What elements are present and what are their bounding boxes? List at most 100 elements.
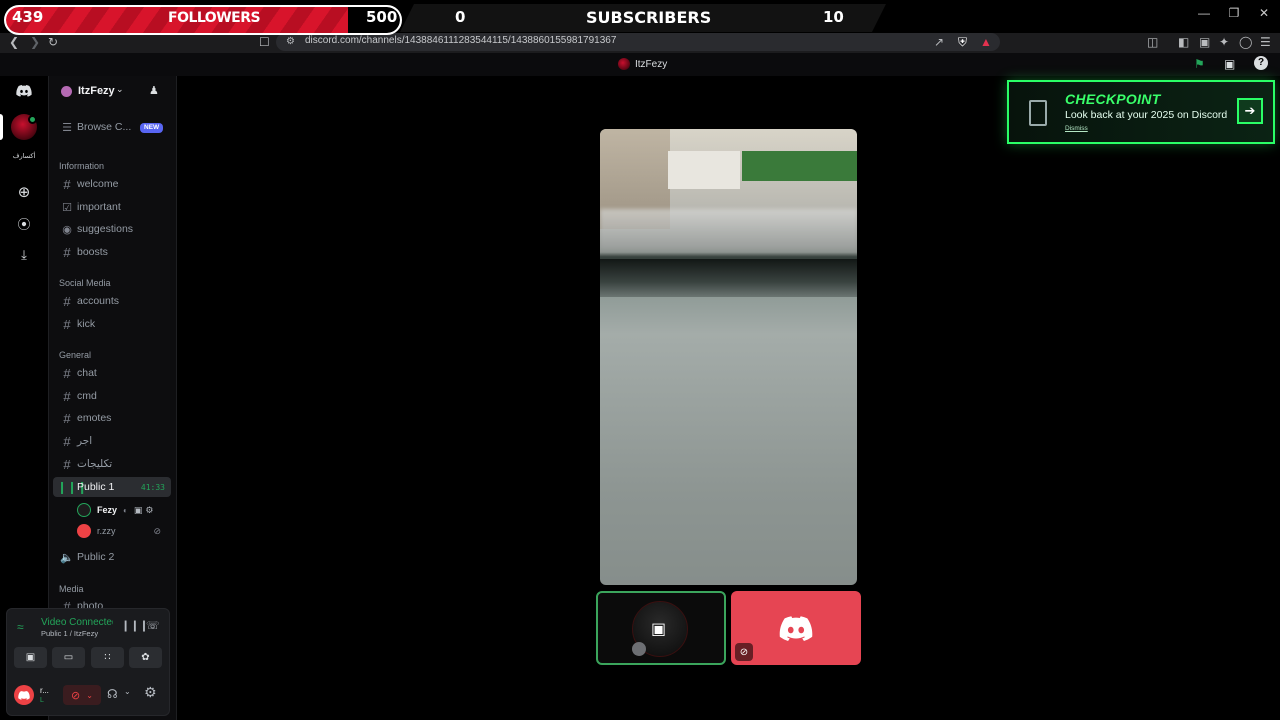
streaming-icon: ◐ xyxy=(123,505,128,515)
minimize-icon[interactable]: — xyxy=(1194,6,1214,20)
dismiss-link[interactable]: Dismiss xyxy=(1065,125,1088,132)
channel-chat[interactable]: # chat xyxy=(53,363,171,383)
hash-icon: # xyxy=(63,410,71,426)
menu-icon[interactable]: ☰ xyxy=(1260,35,1271,49)
followers-goal: 500 xyxy=(366,8,398,26)
mic-muted-badge: ⊘ xyxy=(735,643,753,661)
voice-status: Video Connected xyxy=(41,617,113,628)
voice-channel-public-2[interactable]: 🔈 Public 2 xyxy=(53,547,171,567)
sidebar-icon[interactable]: ◧ xyxy=(1178,35,1189,49)
avatar xyxy=(77,524,91,538)
voice-panel: ≈ Video Connected Public 1 / ItzFezy ❙❙❙… xyxy=(6,608,170,716)
wallet-icon[interactable]: ▣ xyxy=(1199,35,1210,49)
noise-suppression-icon[interactable]: ❙❙❙ xyxy=(121,619,149,632)
window-title: ItzFezy xyxy=(635,59,668,70)
participant-tile-fezy[interactable]: ▣ xyxy=(596,591,726,665)
mic-muted-icon: ⊘ xyxy=(739,646,749,658)
reader-icon[interactable]: ◫ xyxy=(1147,35,1158,49)
chevron-down-icon: ⌄ xyxy=(86,690,93,700)
channel-accounts[interactable]: # accounts xyxy=(53,291,171,311)
discord-home-icon[interactable] xyxy=(11,78,37,104)
category-media[interactable]: Media xyxy=(59,584,84,594)
focused-video-stream[interactable] xyxy=(600,129,857,585)
mic-muted-icon: ⊘ xyxy=(153,525,162,536)
bookmark-icon[interactable]: ☐ xyxy=(259,35,270,49)
channel-boosts[interactable]: # boosts xyxy=(53,242,171,262)
download-icon[interactable]: ⤓ xyxy=(11,242,37,268)
category-general[interactable]: General xyxy=(59,350,91,360)
add-server-icon[interactable]: ⊕ xyxy=(11,179,37,205)
discover-icon[interactable]: ⦿ xyxy=(11,210,37,236)
mic-muted-icon: ⊘ xyxy=(71,689,81,702)
back-icon[interactable]: ❮ xyxy=(9,35,19,49)
voice-channel-public-1[interactable]: ❙❙❙ Public 1 41:33 xyxy=(53,477,171,497)
hash-icon: # xyxy=(63,388,71,404)
channel-cmd[interactable]: # cmd xyxy=(53,386,171,406)
browse-icon: ☰ xyxy=(62,121,72,134)
vpn-icon[interactable]: ◯ xyxy=(1239,35,1252,49)
forum-icon: ◉ xyxy=(62,223,72,236)
checkpoint-banner[interactable]: CHECKPOINT Look back at your 2025 on Dis… xyxy=(1007,80,1275,144)
user-name: r... xyxy=(40,686,49,695)
site-info-icon[interactable]: ⚙ xyxy=(286,35,295,49)
soundboard-button[interactable]: ✿ xyxy=(129,647,162,668)
brave-rewards-icon[interactable]: ▲ xyxy=(980,35,992,49)
user-subtext: L xyxy=(40,697,44,704)
channel-suggestions[interactable]: ◉ suggestions xyxy=(53,219,171,239)
channel-takhayyulat[interactable]: # تكليجات xyxy=(53,454,171,474)
open-checkpoint-button[interactable]: ➔ xyxy=(1237,98,1263,124)
status-icon xyxy=(632,642,646,656)
stream-overlay: 439 FOLLOWERS 500 0 SUBSCRIBERS 10 — ❐ ✕ xyxy=(0,0,1280,35)
inbox-icon[interactable]: ▣ xyxy=(1224,57,1235,71)
server-name[interactable]: ItzFezy xyxy=(78,85,115,97)
chevron-down-icon[interactable]: ⌄ xyxy=(124,687,131,696)
reload-icon[interactable]: ↻ xyxy=(48,35,58,49)
activities-icon: ∷ xyxy=(104,652,111,663)
channel-emotes[interactable]: # emotes xyxy=(53,408,171,428)
subscribers-count: 0 xyxy=(455,8,466,26)
live-indicator-icon xyxy=(28,115,37,124)
share-icon[interactable]: ↗ xyxy=(934,35,944,49)
category-information[interactable]: Information xyxy=(59,161,104,171)
avatar xyxy=(77,503,91,517)
brave-shield-icon[interactable]: ⛨ xyxy=(958,35,967,49)
disconnect-icon[interactable]: ☏ xyxy=(146,619,160,632)
forward-icon[interactable]: ❯ xyxy=(30,35,40,49)
help-icon[interactable]: ? xyxy=(1254,56,1268,70)
voice-user-rzzy[interactable]: r.zzy ⊘ xyxy=(77,524,161,538)
settings-gear-icon[interactable]: ⚙ xyxy=(144,684,157,701)
category-social-media[interactable]: Social Media xyxy=(59,278,111,288)
camera-off-button[interactable]: ▣ xyxy=(14,647,47,668)
participant-tile-rzzy[interactable]: ⊘ xyxy=(731,591,861,665)
subscribers-label: SUBSCRIBERS xyxy=(586,8,712,27)
url-text[interactable]: discord.com/channels/1438846111283544115… xyxy=(305,35,616,46)
voice-location[interactable]: Public 1 / ItzFezy xyxy=(41,629,98,638)
leo-icon[interactable]: ✦ xyxy=(1219,35,1229,49)
camera-icon: ▣ xyxy=(651,621,667,638)
voice-active-icon: ❙❙❙ xyxy=(57,480,88,494)
mic-toggle-button[interactable]: ⊘ ⌄ xyxy=(63,685,101,705)
channel-kick[interactable]: # kick xyxy=(53,314,171,334)
server-text-icon[interactable]: أكسارف xyxy=(6,152,42,160)
voice-user-fezy[interactable]: Fezy ◐ ▣ ⚙ xyxy=(77,503,153,517)
hash-icon: # xyxy=(63,365,71,381)
rules-icon: ☑ xyxy=(62,201,72,214)
followers-label: FOLLOWERS xyxy=(168,10,261,26)
flag-icon[interactable]: ⚑ xyxy=(1194,57,1205,71)
channel-important[interactable]: ☑ important xyxy=(53,197,171,217)
maximize-icon[interactable]: ❐ xyxy=(1224,6,1244,20)
channel-ajr[interactable]: # اجر xyxy=(53,431,171,451)
headphones-icon[interactable]: ☊ xyxy=(107,687,118,701)
invite-people-icon[interactable]: ♟ xyxy=(149,84,159,97)
arrow-right-icon: ➔ xyxy=(1244,103,1256,118)
hash-icon: # xyxy=(63,316,71,332)
activities-button[interactable]: ∷ xyxy=(91,647,124,668)
discord-titlebar: ItzFezy ⚑ ▣ ? xyxy=(0,53,1280,76)
server-boost-icon xyxy=(61,86,72,97)
hash-icon: # xyxy=(63,176,71,192)
user-avatar[interactable] xyxy=(14,685,34,705)
channel-welcome[interactable]: # welcome xyxy=(53,174,171,194)
screen-share-button[interactable]: ▭ xyxy=(52,647,85,668)
close-icon[interactable]: ✕ xyxy=(1254,6,1274,20)
chevron-down-icon[interactable]: ⌄ xyxy=(116,84,124,95)
